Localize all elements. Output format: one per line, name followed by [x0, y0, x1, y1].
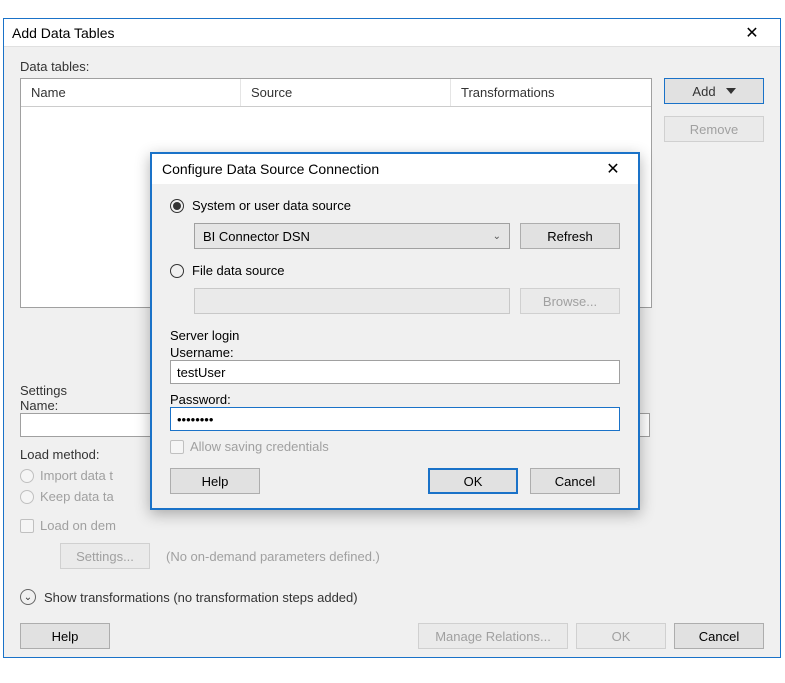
manage-relations-button: Manage Relations...: [418, 623, 568, 649]
refresh-button[interactable]: Refresh: [520, 223, 620, 249]
dsn-select[interactable]: BI Connector DSN ⌄: [194, 223, 510, 249]
show-transformations-toggle[interactable]: ⌄ Show transformations (no transformatio…: [20, 589, 650, 605]
checkbox-icon: [20, 519, 34, 533]
col-header-name[interactable]: Name: [21, 79, 241, 106]
load-on-demand-checkbox: Load on dem: [20, 518, 650, 533]
chevron-down-icon: ⌄: [20, 589, 36, 605]
col-header-transformations[interactable]: Transformations: [451, 79, 651, 106]
system-dsn-radio[interactable]: System or user data source: [170, 198, 620, 213]
file-dsn-radio[interactable]: File data source: [170, 263, 620, 278]
close-icon[interactable]: ✕: [732, 20, 772, 46]
ok-button: OK: [576, 623, 666, 649]
on-demand-params-text: (No on-demand parameters defined.): [166, 549, 380, 564]
allow-saving-checkbox: Allow saving credentials: [170, 439, 620, 454]
modal-help-button[interactable]: Help: [170, 468, 260, 494]
radio-icon: [20, 490, 34, 504]
radio-icon: [170, 264, 184, 278]
settings-button: Settings...: [60, 543, 150, 569]
main-titlebar: Add Data Tables ✕: [4, 19, 780, 47]
col-header-source[interactable]: Source: [241, 79, 451, 106]
main-title: Add Data Tables: [12, 25, 732, 41]
file-path-input: [194, 288, 510, 314]
password-input[interactable]: [170, 407, 620, 431]
modal-cancel-button[interactable]: Cancel: [530, 468, 620, 494]
configure-data-source-dialog: Configure Data Source Connection ✕ Syste…: [150, 152, 640, 510]
modal-titlebar: Configure Data Source Connection ✕: [152, 154, 638, 184]
radio-icon: [20, 469, 34, 483]
username-input[interactable]: [170, 360, 620, 384]
add-button[interactable]: Add: [664, 78, 764, 104]
browse-button: Browse...: [520, 288, 620, 314]
help-button[interactable]: Help: [20, 623, 110, 649]
close-icon[interactable]: ✕: [598, 156, 628, 182]
remove-button: Remove: [664, 116, 764, 142]
data-tables-label: Data tables:: [20, 59, 764, 74]
radio-icon: [170, 199, 184, 213]
password-label: Password:: [170, 392, 620, 407]
modal-ok-button[interactable]: OK: [428, 468, 518, 494]
modal-title: Configure Data Source Connection: [162, 161, 598, 177]
checkbox-icon: [170, 440, 184, 454]
username-label: Username:: [170, 345, 620, 360]
chevron-down-icon: ⌄: [493, 231, 501, 242]
table-header: Name Source Transformations: [21, 79, 651, 107]
server-login-label: Server login: [170, 328, 620, 343]
cancel-button[interactable]: Cancel: [674, 623, 764, 649]
main-bottom-bar: Help Manage Relations... OK Cancel: [4, 615, 780, 657]
